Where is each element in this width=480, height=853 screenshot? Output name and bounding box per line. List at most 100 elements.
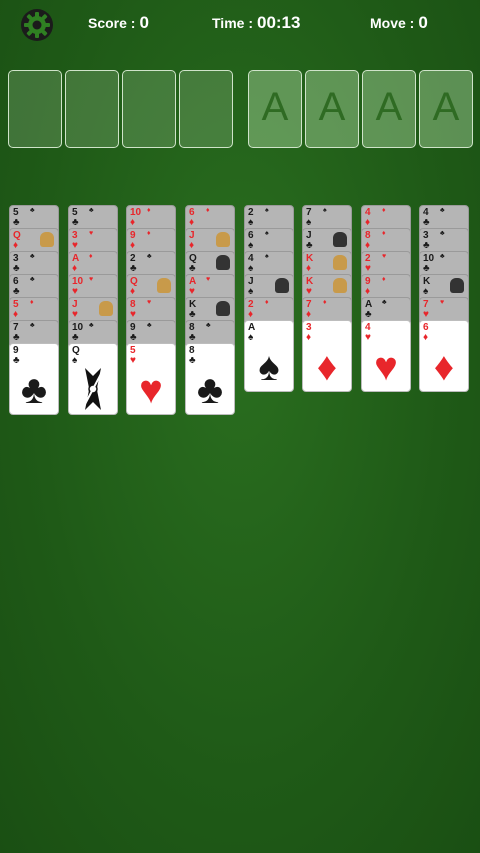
clubs-suit-icon: ♣ [189, 355, 196, 366]
clubs-pip-icon: ♣ [206, 322, 211, 329]
spades-pip-icon: ♠ [265, 230, 269, 237]
face-figure-icon [99, 301, 113, 316]
card-a-of-spades[interactable]: A ♠ ♠ [244, 320, 294, 392]
top-bar: Score :0 Time :00:13 Move :0 [0, 0, 480, 46]
clubs-suit-icon: ♣ [13, 217, 20, 228]
hearts-pip-icon: ♥ [382, 253, 387, 260]
spades-suit-icon: ♠ [248, 286, 254, 297]
foundation-placeholder-label: A [432, 85, 460, 129]
hearts-suit-icon: ♥ [423, 309, 429, 320]
card-4-of-hearts[interactable]: 4 ♥ ♥ [361, 320, 411, 392]
diamonds-pip-icon: ♦ [30, 299, 34, 306]
spades-suit-icon: ♠ [72, 355, 78, 366]
clubs-pip-icon: ♣ [30, 253, 35, 260]
hearts-suit-icon: ♥ [72, 240, 78, 251]
clubs-suit-icon: ♣ [423, 240, 430, 251]
move-label: Move : [370, 15, 415, 31]
clubs-suit-icon: ♣ [189, 332, 196, 343]
hearts-pip-icon: ♥ [147, 299, 152, 306]
move-display: Move :0 [370, 13, 428, 33]
clubs-suit-icon: ♣ [13, 355, 20, 366]
hearts-suit-icon: ♥ [189, 286, 195, 297]
clubs-pip-icon: ♣ [30, 207, 35, 214]
clubs-suit-icon: ♣ [189, 309, 196, 320]
spades-large-suit-icon: ♠ [258, 345, 280, 389]
diamonds-suit-icon: ♦ [130, 217, 136, 228]
face-figure-icon [40, 232, 54, 247]
clubs-pip-icon: ♣ [382, 299, 387, 306]
card-q-of-spades[interactable]: Q ♠ [68, 343, 118, 415]
clubs-pip-icon: ♣ [147, 253, 152, 260]
diamonds-pip-icon: ♦ [206, 207, 210, 214]
foundation-pile-3[interactable]: A [362, 70, 416, 148]
card-3-of-diamonds[interactable]: 3 ♦ ♦ [302, 320, 352, 392]
diamonds-suit-icon: ♦ [130, 286, 136, 297]
face-figure-icon [333, 232, 347, 247]
diamonds-suit-icon: ♦ [365, 217, 371, 228]
spades-pip-icon: ♠ [323, 207, 327, 214]
hearts-suit-icon: ♥ [72, 286, 78, 297]
clubs-pip-icon: ♣ [440, 207, 445, 214]
free-cell-4[interactable] [179, 70, 233, 148]
time-value: 00:13 [256, 13, 301, 32]
spades-suit-icon: ♠ [423, 286, 429, 297]
diamonds-suit-icon: ♦ [189, 217, 195, 228]
clubs-suit-icon: ♣ [306, 240, 313, 251]
face-figure-icon [333, 278, 347, 293]
clubs-suit-icon: ♣ [72, 332, 79, 343]
diamonds-pip-icon: ♦ [323, 299, 327, 306]
move-value: 0 [418, 13, 428, 32]
diamonds-large-suit-icon: ♦ [316, 345, 338, 389]
clubs-suit-icon: ♣ [130, 332, 137, 343]
hearts-pip-icon: ♥ [89, 230, 94, 237]
hearts-pip-icon: ♥ [89, 276, 94, 283]
foundation-pile-1[interactable]: A [248, 70, 302, 148]
card-5-of-hearts[interactable]: 5 ♥ ♥ [126, 343, 176, 415]
face-figure-icon [216, 301, 230, 316]
clubs-large-suit-icon: ♣ [20, 368, 48, 412]
diamonds-suit-icon: ♦ [306, 332, 312, 343]
hearts-suit-icon: ♥ [130, 355, 136, 366]
clubs-large-suit-icon: ♣ [196, 368, 224, 412]
settings-gear-icon[interactable] [20, 8, 54, 42]
clubs-pip-icon: ♣ [147, 322, 152, 329]
diamonds-suit-icon: ♦ [248, 309, 254, 320]
hearts-suit-icon: ♥ [365, 332, 371, 343]
clubs-suit-icon: ♣ [72, 217, 79, 228]
diamonds-pip-icon: ♦ [265, 299, 269, 306]
face-figure-icon [216, 255, 230, 270]
diamonds-suit-icon: ♦ [13, 240, 19, 251]
clubs-suit-icon: ♣ [130, 263, 137, 274]
card-9-of-clubs[interactable]: 9 ♣ ♣ [9, 343, 59, 415]
clubs-suit-icon: ♣ [13, 332, 20, 343]
free-cell-1[interactable] [8, 70, 62, 148]
diamonds-pip-icon: ♦ [89, 253, 93, 260]
clubs-pip-icon: ♣ [30, 322, 35, 329]
card-6-of-diamonds[interactable]: 6 ♦ ♦ [419, 320, 469, 392]
clubs-suit-icon: ♣ [13, 263, 20, 274]
clubs-pip-icon: ♣ [30, 276, 35, 283]
hearts-large-suit-icon: ♥ [374, 345, 398, 389]
diamonds-suit-icon: ♦ [365, 240, 371, 251]
diamonds-suit-icon: ♦ [306, 309, 312, 320]
diamonds-suit-icon: ♦ [306, 263, 312, 274]
free-cell-3[interactable] [122, 70, 176, 148]
spades-suit-icon: ♠ [248, 217, 254, 228]
clubs-suit-icon: ♣ [13, 286, 20, 297]
face-figure-icon [333, 255, 347, 270]
card-8-of-clubs[interactable]: 8 ♣ ♣ [185, 343, 235, 415]
free-cell-2[interactable] [65, 70, 119, 148]
diamonds-pip-icon: ♦ [382, 276, 386, 283]
diamonds-large-suit-icon: ♦ [433, 345, 455, 389]
face-figure-icon [275, 278, 289, 293]
clubs-pip-icon: ♣ [440, 253, 445, 260]
foundation-pile-4[interactable]: A [419, 70, 473, 148]
clubs-suit-icon: ♣ [423, 263, 430, 274]
foundation-placeholder-label: A [318, 85, 346, 129]
spades-suit-icon: ♠ [248, 263, 254, 274]
diamonds-suit-icon: ♦ [130, 240, 136, 251]
hearts-large-suit-icon: ♥ [139, 368, 163, 412]
hearts-pip-icon: ♥ [206, 276, 211, 283]
foundation-pile-2[interactable]: A [305, 70, 359, 148]
spades-suit-icon: ♠ [306, 217, 312, 228]
